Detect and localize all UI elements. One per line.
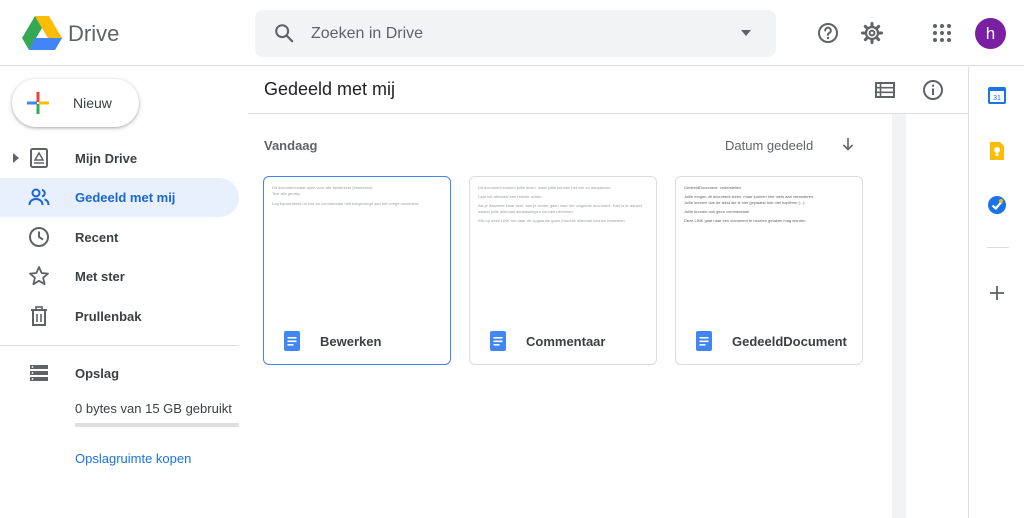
new-button-label: Nieuw	[73, 95, 112, 111]
file-card-gedeelddocument[interactable]: GedeeldDocument: onderstellen Jullie mog…	[675, 176, 863, 365]
preview-line: Als je daarmee klaar bent, kan je verder…	[478, 203, 642, 214]
file-name: GedeeldDocument	[732, 334, 847, 349]
top-bar: Drive Zoeken in Drive h	[0, 0, 1024, 66]
account-avatar[interactable]: h	[975, 18, 1006, 49]
buy-storage-link[interactable]: Opslagruimte kopen	[75, 451, 191, 466]
apps-button[interactable]	[928, 19, 956, 47]
sidebar-item-storage[interactable]: Opslag	[0, 354, 239, 393]
trash-icon	[31, 306, 47, 326]
list-view-icon[interactable]	[874, 79, 896, 101]
file-name: Bewerken	[320, 334, 382, 349]
scrollbar[interactable]	[892, 114, 906, 518]
keep-icon[interactable]	[987, 141, 1007, 161]
sidebar-divider	[0, 345, 239, 346]
storage-usage-bar	[75, 423, 239, 427]
new-button[interactable]: Nieuw	[12, 79, 139, 127]
main-divider	[248, 113, 968, 114]
sidebar-item-label: Opslag	[75, 366, 120, 381]
file-card-commentaar[interactable]: Dit document kunnen jullie lezen, maar j…	[469, 176, 657, 365]
section-heading: Vandaag	[264, 138, 318, 153]
sidebar-item-trash[interactable]: Prullenbak	[0, 297, 239, 336]
search-bar[interactable]	[255, 10, 776, 57]
preview-line: Jullie kunnen dus de tekst die ik hier g…	[684, 200, 805, 205]
preview-line: Klik op deze LINK om naar de opgaande ga…	[478, 218, 626, 223]
sidebar-item-label: Met ster	[75, 269, 125, 284]
info-icon[interactable]	[922, 79, 944, 101]
tasks-icon[interactable]	[987, 195, 1007, 215]
search-options-icon[interactable]	[739, 28, 753, 38]
add-addon-icon[interactable]	[987, 283, 1007, 303]
search-input[interactable]	[311, 18, 731, 49]
drive-logo-icon[interactable]	[22, 16, 62, 50]
star-icon	[29, 266, 49, 286]
sidebar-item-label: Prullenbak	[75, 309, 142, 324]
settings-button[interactable]	[858, 19, 886, 47]
sidebar-item-label: Gedeeld met mij	[75, 190, 176, 205]
sidebar-item-label: Recent	[75, 230, 119, 245]
calendar-icon[interactable]: 31	[987, 85, 1007, 105]
clock-icon	[29, 227, 49, 247]
svg-text:31: 31	[993, 95, 1001, 102]
google-docs-icon	[696, 331, 712, 351]
file-name: Commentaar	[526, 334, 606, 349]
preview-line: Jullie kunnen ook geen commentaar!	[684, 209, 750, 214]
expand-arrow-icon[interactable]	[12, 153, 20, 163]
plus-icon	[27, 92, 49, 114]
storage-icon	[30, 365, 48, 381]
side-panel-divider	[987, 247, 1009, 248]
preview-line: Log bijvoorbeeld uit hoe en commentaar h…	[272, 201, 420, 206]
help-button[interactable]	[814, 19, 842, 47]
sidebar-item-label: Mijn Drive	[75, 151, 138, 166]
sidebar-item-recent[interactable]: Recent	[0, 218, 239, 257]
page-title[interactable]: Gedeeld met mij	[264, 79, 395, 100]
file-preview: Dit document staat open voor alle bewerk…	[272, 185, 442, 315]
preview-line: Dit document kunnen jullie lezen, maar j…	[478, 185, 612, 190]
preview-line: Deze LINK gaat naar een document te beur…	[684, 218, 807, 223]
preview-line: Laat het allemaal een reactie achter.	[478, 194, 543, 199]
preview-line: Test alle gevalg	[272, 191, 300, 196]
search-icon[interactable]	[273, 22, 295, 44]
sidebar-item-shared-with-me[interactable]: Gedeeld met mij	[0, 178, 239, 217]
sidebar: Nieuw Mijn Drive Gedeeld met mij Recent …	[0, 67, 248, 518]
apps-grid-icon	[933, 24, 951, 42]
sort-button[interactable]: Datum gedeeld	[725, 138, 813, 153]
sidebar-item-starred[interactable]: Met ster	[0, 257, 239, 296]
people-icon	[28, 188, 50, 206]
gear-icon	[861, 22, 883, 44]
help-icon	[818, 23, 838, 43]
arrow-down-icon[interactable]	[840, 136, 856, 152]
google-docs-icon	[490, 331, 506, 351]
file-preview: Dit document kunnen jullie lezen, maar j…	[478, 185, 648, 315]
file-card-bewerken[interactable]: Dit document staat open voor alle bewerk…	[263, 176, 451, 365]
app-name[interactable]: Drive	[68, 21, 119, 47]
storage-usage-text: 0 bytes van 15 GB gebruikt	[75, 401, 232, 416]
drive-icon	[30, 148, 48, 168]
preview-line: GedeeldDocument: onderstellen	[684, 185, 742, 190]
sidebar-item-my-drive[interactable]: Mijn Drive	[0, 139, 239, 178]
file-preview: GedeeldDocument: onderstellen Jullie mog…	[684, 185, 854, 315]
google-docs-icon	[284, 331, 300, 351]
side-panel: 31	[968, 67, 1024, 518]
